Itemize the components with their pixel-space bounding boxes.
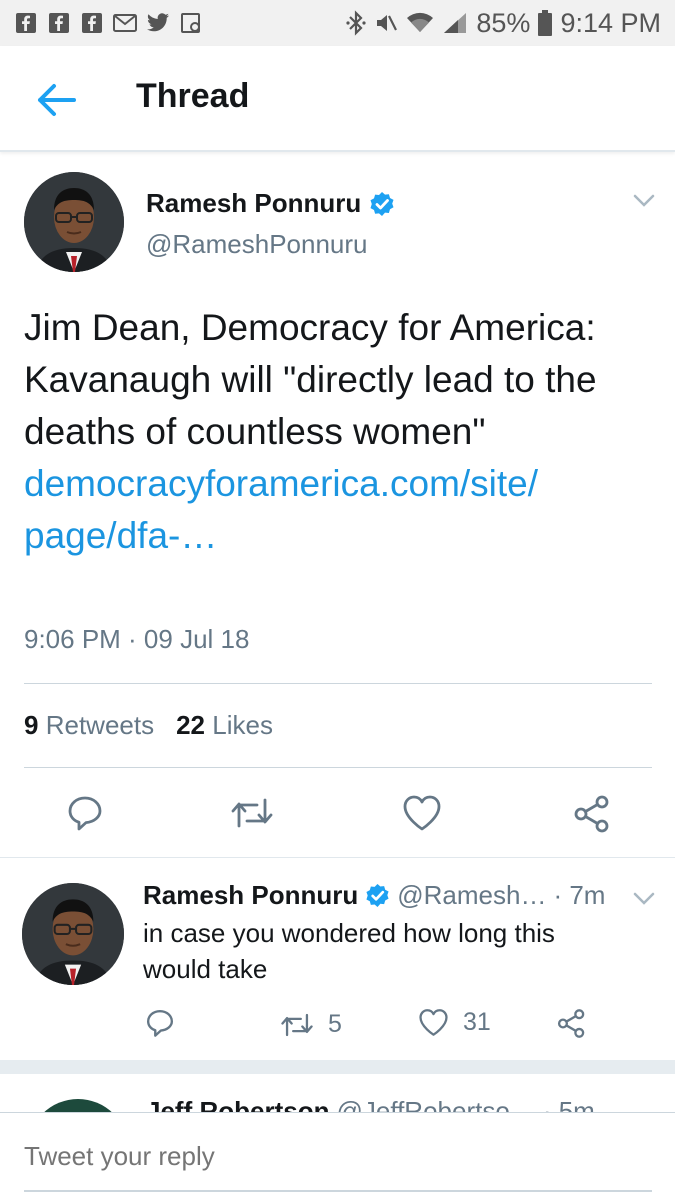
mute-icon bbox=[374, 11, 398, 35]
reply-input[interactable] bbox=[24, 1141, 624, 1172]
retweet-label: Retweets bbox=[45, 710, 155, 740]
share-button[interactable] bbox=[572, 794, 612, 834]
page-title: Thread bbox=[136, 77, 250, 115]
reply-time: · 7m bbox=[553, 880, 606, 910]
share-icon bbox=[557, 1009, 585, 1038]
divider bbox=[24, 767, 652, 768]
heart-icon bbox=[403, 795, 441, 831]
retweet-icon bbox=[281, 1013, 313, 1036]
signal-icon bbox=[442, 11, 468, 35]
divider bbox=[0, 857, 675, 858]
like-button[interactable] bbox=[402, 794, 442, 832]
retweet-button[interactable] bbox=[230, 796, 274, 830]
tweet-text: Jim Dean, Democracy for America: Kavanau… bbox=[24, 307, 597, 452]
author-handle[interactable]: @RameshPonnuru bbox=[146, 229, 368, 260]
reply-text: in case you wondered how long this would… bbox=[143, 918, 555, 984]
avatar[interactable] bbox=[24, 172, 124, 272]
tweet-stats: 9 Retweets 22 Likes bbox=[24, 710, 273, 741]
likes-stat[interactable]: 22 Likes bbox=[176, 710, 273, 741]
tweet-actions bbox=[0, 790, 675, 838]
input-underline bbox=[24, 1190, 652, 1192]
battery-percent: 85% bbox=[476, 7, 531, 38]
next-tweet[interactable]: Jeff Robertson @JeffRobertso… · 5m bbox=[0, 1074, 675, 1114]
avatar[interactable] bbox=[22, 883, 124, 985]
wifi-icon bbox=[406, 12, 434, 34]
retweet-button[interactable]: 5 bbox=[280, 1010, 342, 1039]
reply-author-handle: @Ramesh… bbox=[397, 880, 547, 910]
share-button[interactable] bbox=[556, 1008, 587, 1039]
author-name[interactable]: Ramesh Ponnuru bbox=[146, 188, 395, 219]
divider bbox=[24, 683, 652, 684]
facebook-icon bbox=[80, 11, 104, 35]
app-bar: Thread bbox=[0, 46, 675, 152]
bluetooth-icon bbox=[346, 10, 366, 36]
like-count: 31 bbox=[463, 1008, 491, 1036]
retweet-icon bbox=[231, 798, 273, 828]
retweet-count: 5 bbox=[328, 1010, 342, 1038]
chevron-down-icon[interactable] bbox=[633, 194, 655, 208]
back-button[interactable] bbox=[34, 80, 78, 120]
status-bar: 85% 9:14 PM bbox=[0, 0, 675, 46]
tweet-timestamp: 9:06 PM · 09 Jul 18 bbox=[24, 624, 250, 654]
facebook-icon bbox=[47, 11, 71, 35]
reply-button[interactable] bbox=[145, 1008, 175, 1038]
retweets-stat[interactable]: 9 Retweets bbox=[24, 710, 154, 741]
twitter-icon bbox=[146, 11, 170, 35]
clock: 9:14 PM bbox=[560, 7, 661, 38]
verified-badge-icon bbox=[370, 191, 394, 216]
like-count: 22 bbox=[176, 710, 206, 740]
reply-composer bbox=[0, 1112, 675, 1200]
chevron-down-icon[interactable] bbox=[633, 892, 655, 906]
system-status: 85% 9:14 PM bbox=[346, 8, 661, 39]
like-label: Likes bbox=[212, 710, 273, 740]
retweet-count: 9 bbox=[24, 710, 39, 740]
notification-icons bbox=[14, 11, 203, 35]
screenshot-icon bbox=[179, 11, 203, 35]
thread-separator bbox=[0, 1060, 675, 1074]
reply-button[interactable] bbox=[66, 794, 104, 832]
author-name-text: Ramesh Ponnuru bbox=[146, 188, 362, 218]
reply-header[interactable]: Ramesh Ponnuru @Ramesh… · 7m bbox=[143, 880, 605, 911]
tweet-body: Jim Dean, Democracy for America: Kavanau… bbox=[24, 302, 644, 562]
reply-icon bbox=[68, 796, 102, 831]
reply-author-name: Ramesh Ponnuru bbox=[143, 880, 359, 910]
like-button[interactable]: 31 bbox=[418, 1008, 491, 1037]
gmail-icon bbox=[113, 11, 137, 35]
battery-icon bbox=[538, 10, 553, 36]
verified-badge-icon bbox=[366, 883, 389, 908]
arrow-left-icon bbox=[38, 84, 76, 116]
heart-icon bbox=[419, 1009, 448, 1036]
reply-icon bbox=[146, 1009, 174, 1037]
tweet-link[interactable]: democracyforamerica.com/site/ page/dfa-… bbox=[24, 463, 538, 556]
share-icon bbox=[574, 795, 609, 833]
facebook-icon bbox=[14, 11, 38, 35]
